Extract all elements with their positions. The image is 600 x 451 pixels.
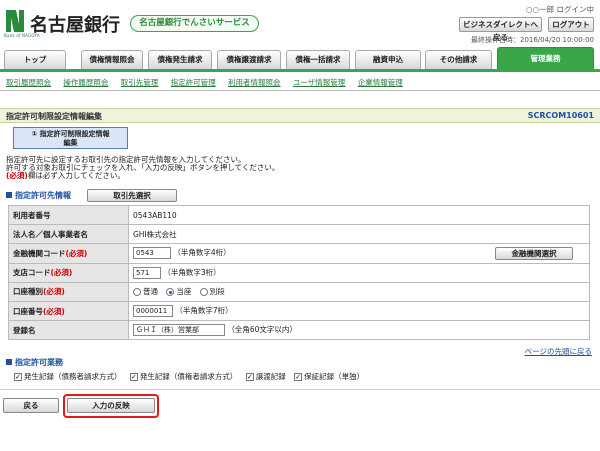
tab-admin[interactable]: 管理業務	[497, 47, 594, 69]
subnav-permission-management[interactable]: 指定許可管理	[171, 78, 216, 87]
section-bullet-icon	[6, 359, 12, 365]
registered-name-cell: ＧＨＩ（株）営業部 （全角60文字以内）	[128, 320, 590, 341]
section-bullet-icon	[6, 192, 12, 198]
instruction-line-3: (必須)欄は必ず入力してください。	[6, 171, 125, 180]
bank-select-button[interactable]: 金融機関選択	[495, 247, 573, 261]
step-label-line1: ① 指定許可制限設定情報	[31, 130, 110, 138]
account-no-input[interactable]: 0000011	[133, 305, 173, 318]
tab-underline	[0, 69, 600, 72]
instructions: 指定許可先に設定するお取引先の指定許可先情報を入力してください。 許可する対象お…	[6, 156, 279, 180]
user-no-value: 0543AB110	[128, 204, 590, 226]
subnav-company-info-management[interactable]: 企業情報管理	[358, 78, 403, 87]
section-permission-info-heading: 指定許可先情報	[6, 190, 71, 201]
registered-name-input[interactable]: ＧＨＩ（株）営業部	[133, 324, 225, 337]
account-type-cell: 普通 当座 別段	[128, 281, 590, 302]
tab-bond-issue[interactable]: 債権発生請求	[148, 50, 212, 69]
table-row: 登録名 ＧＨＩ（株）営業部 （全角60文字以内）	[8, 320, 590, 341]
table-row: 利用者番号 0543AB110	[8, 204, 590, 226]
bank-name: 名古屋銀行	[30, 15, 120, 36]
step-indicator: ① 指定許可制限設定情報 編集	[13, 127, 128, 149]
logged-in-user: ○○一郎 ログイン中	[526, 5, 594, 14]
subnav-divider	[0, 90, 600, 91]
footer-divider	[0, 389, 600, 390]
bank-code-hint: （半角数字4桁）	[173, 248, 231, 258]
table-row: 金融機関コード(必須) 0543 （半角数字4桁） 金融機関選択	[8, 243, 590, 264]
table-row: 口座種別(必須) 普通 当座 別段	[8, 281, 590, 302]
branch-code-input[interactable]: 571	[133, 266, 161, 279]
service-name-badge: 名古屋銀行でんさいサービス	[130, 15, 259, 32]
subnav-user-info-management[interactable]: ユーザ情報管理	[293, 78, 345, 87]
branch-code-cell: 571 （半角数字3桁）	[128, 262, 590, 283]
subnav-transaction-history[interactable]: 取引履歴照会	[6, 78, 51, 87]
account-no-hint: （半角数字7桁）	[175, 306, 233, 316]
page-title-bar: 指定許可制限設定情報編集 SCRCOM10601	[0, 108, 600, 123]
table-row: 法人名／個人事業者名 GHI株式会社	[8, 224, 590, 245]
tab-bulk-request[interactable]: 債権一括請求	[286, 50, 350, 69]
bank-code-input[interactable]: 0543	[133, 247, 171, 260]
tab-loan-application[interactable]: 融資申込	[355, 50, 421, 69]
main-tabs: トップ 債権情報照会 債権発生請求 債権譲渡請求 債権一括請求 融資申込 その他…	[0, 47, 600, 69]
bank-logo-icon	[6, 10, 24, 32]
subnav-partner-management[interactable]: 取引先管理	[121, 78, 159, 87]
subnav-operation-history[interactable]: 操作履歴照会	[63, 78, 108, 87]
registered-name-hint: （全角60文字以内）	[227, 325, 297, 335]
checkbox-issue-creditor[interactable]: ✓	[129, 373, 138, 381]
checkbox-transfer[interactable]: ✓	[245, 373, 254, 381]
company-name-value: GHI株式会社	[128, 224, 590, 245]
page-top-link[interactable]: ページの先頭に戻る	[525, 346, 592, 357]
account-no-label: 口座番号(必須)	[8, 300, 129, 322]
radio-ordinary[interactable]	[133, 288, 141, 297]
logout-button[interactable]: ログアウト	[548, 17, 594, 32]
tab-bond-inquiry[interactable]: 債権情報照会	[81, 50, 143, 69]
table-row: 支店コード(必須) 571 （半角数字3桁）	[8, 262, 590, 283]
subnav-user-info-inquiry[interactable]: 利用者情報照会	[228, 78, 281, 87]
bank-code-cell: 0543 （半角数字4桁） 金融機関選択	[128, 243, 590, 264]
branch-code-label: 支店コード(必須)	[8, 262, 129, 283]
partner-select-button[interactable]: 取引先選択	[87, 189, 177, 202]
user-no-label: 利用者番号	[8, 204, 129, 226]
back-button[interactable]: 戻る	[3, 398, 59, 413]
permitted-operations-checkboxes: ✓ 発生記録（債務者請求方式） ✓ 発生記録（債権者請求方式） ✓ 譲渡記録 ✓ 保証記…	[14, 372, 365, 381]
company-name-label: 法人名／個人事業者名	[8, 224, 129, 245]
last-operation-time: 最終操作日時：2016/04/20 10:00:00	[470, 36, 594, 44]
account-type-label: 口座種別(必須)	[8, 281, 129, 302]
step-label-line2: 編集	[63, 139, 78, 147]
table-row: 口座番号(必須) 0000011 （半角数字7桁）	[8, 300, 590, 322]
tab-bond-transfer[interactable]: 債権譲渡請求	[217, 50, 281, 69]
account-no-cell: 0000011 （半角数字7桁）	[128, 300, 590, 322]
permission-form-table: 利用者番号 0543AB110 法人名／個人事業者名 GHI株式会社 金融機関コ…	[8, 204, 590, 341]
checkbox-guarantee[interactable]: ✓	[294, 373, 303, 381]
page-title: 指定許可制限設定情報編集	[6, 112, 102, 121]
registered-name-label: 登録名	[8, 320, 129, 341]
branch-code-hint: （半角数字3桁）	[163, 267, 221, 277]
bank-code-label: 金融機関コード(必須)	[8, 243, 129, 264]
apply-button-highlight	[63, 394, 159, 418]
screen-code: SCRCOM10601	[527, 111, 594, 120]
business-direct-button[interactable]: ビジネスダイレクトへ戻る	[459, 17, 542, 42]
section-permitted-operations-heading: 指定許可業務	[6, 357, 63, 368]
sub-navigation: 取引履歴照会 操作履歴照会 取引先管理 指定許可管理 利用者情報照会 ユーザ情報…	[6, 77, 413, 88]
radio-special[interactable]	[199, 288, 208, 297]
tab-other-request[interactable]: その他請求	[425, 50, 492, 69]
checkbox-issue-debtor[interactable]: ✓	[14, 373, 22, 381]
radio-current[interactable]	[166, 288, 175, 297]
tab-top[interactable]: トップ	[4, 50, 66, 69]
required-mark: (必須)	[6, 171, 28, 180]
